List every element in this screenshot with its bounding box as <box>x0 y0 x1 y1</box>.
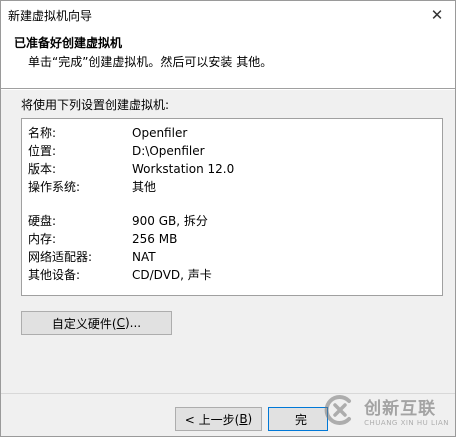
summary-value: Openfiler <box>132 126 188 140</box>
summary-row-os: 操作系统: 其他 <box>28 178 156 196</box>
header-divider <box>1 88 455 89</box>
back-label: < 上一步( <box>184 412 240 427</box>
title-bar: 新建虚拟机向导 ✕ <box>1 1 455 28</box>
watermark-text: 创新互联 CHUANG XIN HU LIAN <box>364 394 449 427</box>
summary-key: 网络适配器: <box>28 250 93 264</box>
back-accesskey: B <box>239 412 248 426</box>
finish-button[interactable]: 完 <box>268 407 328 431</box>
back-button[interactable]: < 上一步(B) <box>175 407 262 431</box>
summary-row-memory: 内存: 256 MB <box>28 230 177 248</box>
wizard-header: 已准备好创建虚拟机 单击“完成”创建虚拟机。然后可以安装 其他。 <box>1 28 455 88</box>
watermark-logo: 创新互联 CHUANG XIN HU LIAN <box>322 392 449 428</box>
back-label-end: ) <box>247 412 253 426</box>
summary-row-version: 版本: Workstation 12.0 <box>28 160 234 178</box>
summary-value: 256 MB <box>132 232 178 246</box>
page-subheading: 单击“完成”创建虚拟机。然后可以安装 其他。 <box>28 55 273 69</box>
summary-key: 硬盘: <box>28 214 57 228</box>
summary-key: 名称: <box>28 126 57 140</box>
wizard-window: 新建虚拟机向导 ✕ 已准备好创建虚拟机 单击“完成”创建虚拟机。然后可以安装 其… <box>0 0 456 437</box>
summary-value: NAT <box>132 250 156 264</box>
summary-row-disk: 硬盘: 900 GB, 拆分 <box>28 212 208 230</box>
customize-hardware-accesskey: C <box>116 316 125 330</box>
summary-key: 版本: <box>28 162 57 176</box>
window-title: 新建虚拟机向导 <box>8 9 93 23</box>
summary-row-devices: 其他设备: CD/DVD, 声卡 <box>28 266 212 284</box>
customize-hardware-button[interactable]: 自定义硬件(C)... <box>21 311 172 335</box>
watermark-logo-icon <box>324 395 352 425</box>
page-heading: 已准备好创建虚拟机 <box>14 36 123 50</box>
summary-value: D:\Openfiler <box>132 144 205 158</box>
summary-row-name: 名称: Openfiler <box>28 124 187 142</box>
summary-value: 900 GB, 拆分 <box>132 214 208 228</box>
customize-hardware-label-end: )... <box>124 316 142 330</box>
summary-key: 其他设备: <box>28 268 81 282</box>
summary-value: 其他 <box>132 180 157 194</box>
settings-summary-box[interactable]: 名称: Openfiler 位置: D:\Openfiler 版本: Works… <box>21 118 443 296</box>
summary-value: Workstation 12.0 <box>132 162 235 176</box>
summary-intro: 将使用下列设置创建虚拟机: <box>21 98 170 112</box>
finish-label: 完 <box>295 412 308 427</box>
close-icon[interactable]: ✕ <box>419 1 455 28</box>
customize-hardware-label: 自定义硬件( <box>51 316 117 331</box>
summary-row-network: 网络适配器: NAT <box>28 248 156 266</box>
summary-value: CD/DVD, 声卡 <box>132 268 212 282</box>
watermark-cn: 创新互联 <box>364 398 437 419</box>
summary-key: 位置: <box>28 144 57 158</box>
summary-row-location: 位置: D:\Openfiler <box>28 142 205 160</box>
watermark-en: CHUANG XIN HU LIAN <box>364 418 449 427</box>
summary-key: 内存: <box>28 232 57 246</box>
summary-key: 操作系统: <box>28 180 81 194</box>
